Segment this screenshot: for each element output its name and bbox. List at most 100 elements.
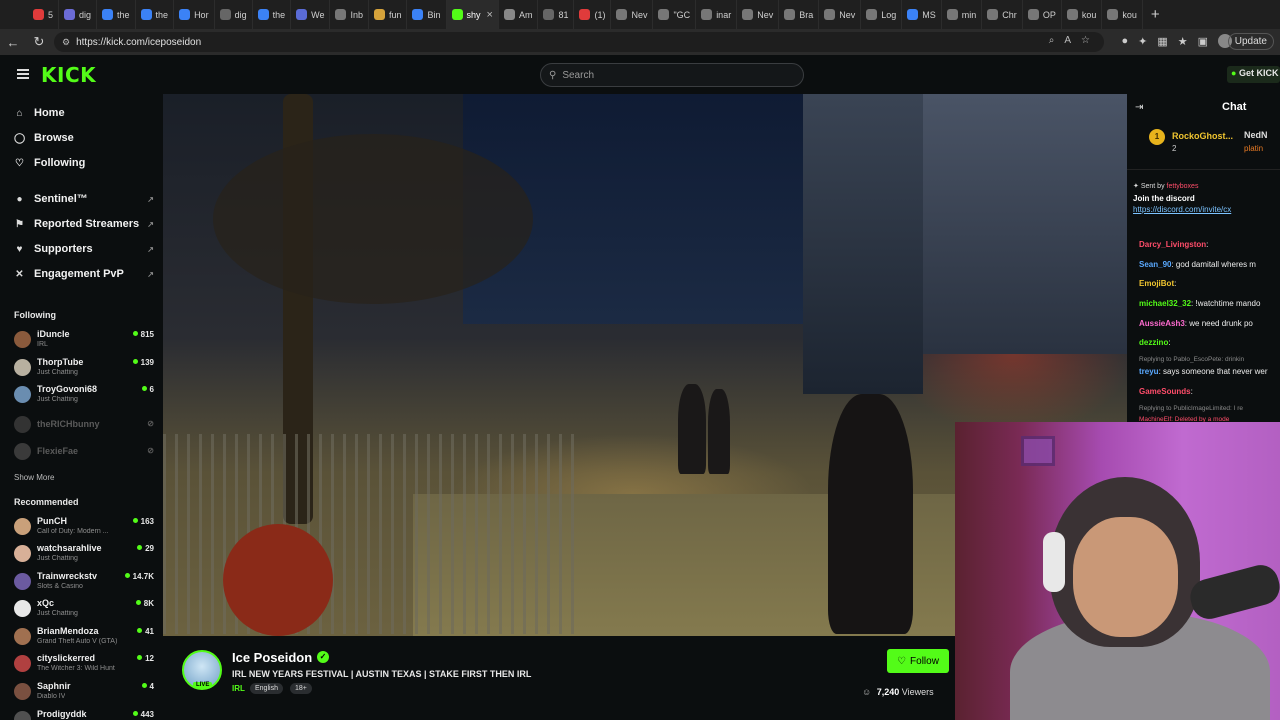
browser-tab[interactable]: Bra (779, 0, 820, 29)
stream-tag[interactable]: 18+ (290, 683, 312, 694)
recommended-channel[interactable]: Saphnir Diablo IV 4 (14, 680, 154, 704)
browser-tab[interactable]: Nev (737, 0, 780, 29)
channel-name: watchsarahlive (37, 543, 102, 553)
kick-logo[interactable]: KICK (41, 63, 96, 87)
show-more-link[interactable]: Show More (14, 473, 54, 482)
stream-tag[interactable]: English (250, 683, 283, 694)
search-input[interactable]: ⚲ Search (540, 63, 804, 87)
reload-icon[interactable]: ↻ (26, 34, 52, 50)
browser-tab[interactable]: Hor (174, 0, 215, 29)
sidebar-item-browse[interactable]: ◯ Browse (14, 132, 154, 144)
menu-icon[interactable] (17, 69, 29, 79)
channel-name: TroyGovoni68 (37, 384, 98, 394)
following-channel-offline[interactable]: theRICHbunny ⊘ (14, 413, 154, 437)
pin-icon: ✦ (1133, 183, 1139, 190)
close-tab-icon[interactable]: × (487, 9, 493, 21)
browser-tab[interactable]: Am (499, 0, 539, 29)
site-info-icon[interactable]: ⚙ (62, 37, 70, 48)
recommended-channel[interactable]: Prodigyddk 443 (14, 708, 154, 720)
browser-tab[interactable]: OP (1023, 0, 1062, 29)
recommended-channel[interactable]: cityslickerred The Witcher 3: Wild Hunt … (14, 652, 154, 676)
browser-tab[interactable]: Nev (611, 0, 654, 29)
sidebar-item-label: Reported Streamers (34, 218, 140, 230)
pinned-message: ✦ Sent by fettyboxes Join the discord ht… (1133, 182, 1280, 228)
sidebar-item-following[interactable]: ♡ Following (14, 157, 154, 169)
chat-username[interactable]: treyu (1139, 367, 1159, 376)
stream-category[interactable]: IRL (232, 684, 245, 693)
browser-tab[interactable]: Nev (819, 0, 862, 29)
browser-tab[interactable]: Log (861, 0, 903, 29)
leader-name[interactable]: NedN (1244, 130, 1268, 140)
sidebar-item-supporters[interactable]: ♥ Supporters ↗ (14, 243, 154, 255)
chat-username[interactable]: dezzino (1139, 338, 1168, 347)
new-tab-icon[interactable]: + (1143, 6, 1168, 23)
following-channel[interactable]: TroyGovoni68 Just Chatting 6 (14, 383, 154, 407)
extension-icon[interactable]: ● (1121, 35, 1128, 47)
pinned-link[interactable]: https://discord.com/invite/cx (1133, 205, 1280, 214)
browser-tab[interactable]: "GC (653, 0, 697, 29)
collections-icon[interactable]: ▣ (1198, 35, 1208, 48)
update-button[interactable]: Update (1227, 33, 1274, 50)
browser-tab[interactable]: kou (1062, 0, 1103, 29)
browser-tab[interactable]: dig (215, 0, 253, 29)
browser-tab[interactable]: We (291, 0, 331, 29)
browser-tab[interactable]: 5 (28, 0, 60, 29)
get-kick-button[interactable]: ● Get KICK (1227, 66, 1280, 83)
recommended-channel[interactable]: PunCH Call of Duty: Modern ... 163 (14, 515, 154, 539)
recommended-channel[interactable]: xQc Just Chatting 8K (14, 597, 154, 621)
browser-tab[interactable]: 81 (538, 0, 575, 29)
gift-leaderboard: 1 RockoGhost... 2 NedN platin (1127, 122, 1280, 170)
chat-username[interactable]: Darcy_Livingston (1139, 240, 1206, 249)
browser-tab[interactable]: the (136, 0, 175, 29)
browser-tab[interactable]: fun (369, 0, 408, 29)
tab-favicon-icon (543, 9, 555, 20)
browser-tab[interactable]: Inb (330, 0, 369, 29)
favorites-icon[interactable]: ★ (1178, 35, 1188, 48)
kick-icon: ● (1231, 68, 1237, 78)
chat-username[interactable]: michael32_32 (1139, 299, 1191, 308)
leader-name[interactable]: RockoGhost... (1172, 131, 1233, 141)
follow-button[interactable]: ♡ Follow (887, 649, 949, 673)
read-aloud-icon[interactable]: A (1064, 35, 1071, 46)
browser-tab[interactable]: MS (902, 0, 942, 29)
browser-tab[interactable]: the (97, 0, 136, 29)
back-icon[interactable]: ← (0, 35, 26, 50)
sidebar-item-engagement-pvp[interactable]: ✕ Engagement PvP ↗ (14, 268, 154, 280)
browser-tab[interactable]: (1) (574, 0, 612, 29)
chat-username[interactable]: EmojiBot (1139, 279, 1174, 288)
chat-text: : god damitall wheres m (1171, 260, 1256, 269)
recommended-channel[interactable]: BrianMendoza Grand Theft Auto V (GTA) 41 (14, 625, 154, 649)
browser-tab[interactable]: Bin (407, 0, 447, 29)
following-channel[interactable]: ThorpTube Just Chatting 139 (14, 356, 154, 380)
following-channel[interactable]: iDuncle IRL 815 (14, 328, 154, 352)
pinned-sender: ✦ Sent by fettyboxes (1133, 182, 1280, 190)
streamer-name[interactable]: Ice Poseidon (232, 650, 312, 665)
browser-tab[interactable]: the (253, 0, 292, 29)
recommended-channel[interactable]: Trainwreckstv Slots & Casino 14.7K (14, 570, 154, 594)
webcam-overlay (955, 422, 1280, 720)
following-channel-offline[interactable]: FlexieFae ⊘ (14, 440, 154, 464)
browser-tab[interactable]: dig (59, 0, 98, 29)
favorite-icon[interactable]: ☆ (1081, 35, 1090, 46)
recommended-channel[interactable]: watchsarahlive Just Chatting 29 (14, 542, 154, 566)
sidebar-item-home[interactable]: ⌂ Home (14, 107, 154, 119)
chat-username[interactable]: Sean_90 (1139, 260, 1171, 269)
browser-tab[interactable]: shy × (446, 0, 499, 29)
follow-label: Follow (910, 655, 939, 667)
browser-tab[interactable]: min (942, 0, 983, 29)
chat-username[interactable]: AussieAsh3 (1139, 319, 1185, 328)
collapse-chat-icon[interactable]: ⇥ (1135, 102, 1143, 113)
sidebar-item-label: Home (34, 107, 65, 119)
puzzle-icon[interactable]: ✦ (1138, 35, 1147, 48)
sidebar-item-reported-streamers[interactable]: ⚑ Reported Streamers ↗ (14, 218, 154, 230)
split-screen-icon[interactable]: ▦ (1157, 35, 1167, 48)
address-bar[interactable]: ⚙ https://kick.com/iceposeidon (54, 32, 1104, 52)
browser-tab[interactable]: inar (696, 0, 738, 29)
video-person (828, 394, 913, 634)
browser-tab[interactable]: Chr (982, 0, 1023, 29)
browser-tab[interactable]: kou (1102, 0, 1143, 29)
sidebar-item-sentinel[interactable]: ● Sentinel™ ↗ (14, 193, 154, 205)
recommended-section-title: Recommended (14, 497, 79, 507)
zoom-icon[interactable]: ⌕ (1049, 35, 1055, 46)
chat-username[interactable]: GameSounds (1139, 387, 1191, 396)
